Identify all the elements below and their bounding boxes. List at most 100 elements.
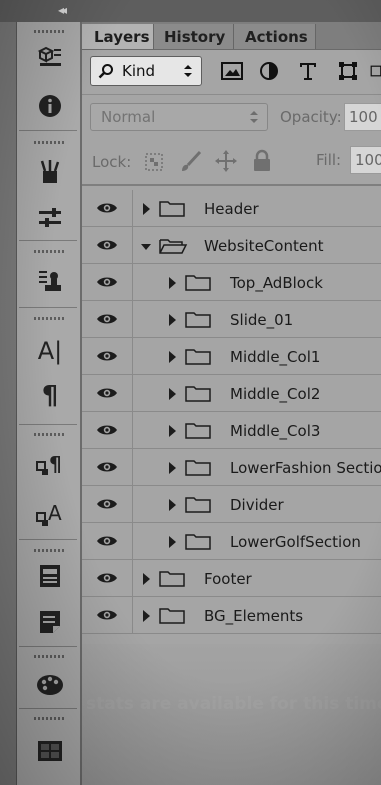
blend-mode-select[interactable]: Normal (90, 103, 268, 131)
grip-handle[interactable] (34, 141, 66, 144)
tab-history[interactable]: History (154, 24, 234, 49)
visibility-eye-icon[interactable] (82, 486, 133, 522)
layer-name[interactable]: Slide_01 (230, 311, 293, 329)
visibility-eye-icon[interactable] (82, 597, 133, 633)
paragraph-styles-icon[interactable]: ¶ (34, 447, 66, 479)
expand-triangle-closed-icon[interactable] (166, 497, 178, 516)
grip-handle[interactable] (34, 317, 66, 320)
collapse-panels-button[interactable]: ◂◂ (58, 3, 67, 17)
expand-triangle-closed-icon[interactable] (166, 534, 178, 553)
folder-icon (184, 422, 212, 444)
expand-triangle-closed-icon[interactable] (140, 608, 152, 627)
grip-handle[interactable] (34, 549, 66, 552)
layer-name[interactable]: Divider (230, 496, 284, 514)
layer-name[interactable]: Middle_Col1 (230, 348, 320, 366)
layer-row[interactable]: Header (82, 190, 381, 227)
notes-icon[interactable] (34, 560, 66, 592)
lock-transparent-pixels-icon[interactable] (145, 153, 163, 171)
tab-layers[interactable]: Layers (82, 24, 154, 49)
layer-row[interactable]: LowerGolfSection (82, 523, 381, 560)
layer-row[interactable]: LowerFashion Section (82, 449, 381, 486)
visibility-eye-icon[interactable] (82, 412, 133, 448)
paragraph-icon[interactable]: ¶ (34, 380, 66, 412)
visibility-eye-icon[interactable] (82, 523, 133, 559)
layer-name[interactable]: Middle_Col3 (230, 422, 320, 440)
svg-text:A: A (48, 501, 62, 525)
divider (19, 539, 77, 540)
layer-name[interactable]: Header (204, 200, 259, 218)
swatches-palette-icon[interactable] (34, 669, 66, 701)
blend-bar: Normal Opacity: 100 (82, 94, 381, 137)
adjustment-filter-icon[interactable] (257, 60, 281, 82)
expand-triangle-closed-icon[interactable] (166, 312, 178, 331)
expand-triangle-closed-icon[interactable] (140, 571, 152, 590)
layer-row[interactable]: WebsiteContent (82, 227, 381, 264)
tab-actions[interactable]: Actions (234, 24, 316, 49)
visibility-eye-icon[interactable] (82, 301, 133, 337)
clone-source-icon[interactable] (34, 265, 66, 297)
fill-label: Fill: (316, 151, 342, 169)
expand-triangle-closed-icon[interactable] (166, 460, 178, 479)
panel-tab-bar: Layers History Actions (82, 22, 381, 50)
visibility-eye-icon[interactable] (82, 190, 133, 226)
layer-name[interactable]: Top_AdBlock (230, 274, 323, 292)
smart-object-filter-icon[interactable] (370, 60, 381, 82)
visibility-eye-icon[interactable] (82, 375, 133, 411)
info-icon[interactable] (34, 90, 66, 122)
visibility-eye-icon[interactable] (82, 449, 133, 485)
visibility-eye-icon[interactable] (82, 338, 133, 374)
divider (19, 240, 77, 241)
layer-row[interactable]: Top_AdBlock (82, 264, 381, 301)
expand-triangle-closed-icon[interactable] (166, 386, 178, 405)
svg-text:¶: ¶ (49, 452, 62, 476)
grip-handle[interactable] (34, 433, 66, 436)
folder-icon (184, 496, 212, 518)
properties-icon[interactable] (34, 606, 66, 638)
navigator-grid-icon[interactable] (34, 735, 66, 767)
grip-handle[interactable] (34, 250, 66, 253)
image-filter-icon[interactable] (220, 60, 244, 82)
layer-row[interactable]: Middle_Col2 (82, 375, 381, 412)
opacity-field[interactable]: 100 (344, 103, 381, 131)
expand-triangle-closed-icon[interactable] (140, 201, 152, 220)
character-icon[interactable]: A| (34, 335, 66, 367)
layer-row[interactable]: Divider (82, 486, 381, 523)
fill-field[interactable]: 100 (350, 146, 381, 174)
layer-row[interactable]: Footer (82, 560, 381, 597)
grip-handle[interactable] (34, 30, 66, 33)
layer-name[interactable]: LowerGolfSection (230, 533, 361, 551)
filter-kind-select[interactable]: Kind (90, 56, 202, 86)
type-filter-icon[interactable] (296, 60, 320, 82)
shape-filter-icon[interactable] (336, 60, 360, 82)
search-icon (98, 64, 113, 79)
folder-icon (184, 311, 212, 333)
visibility-eye-icon[interactable] (82, 264, 133, 300)
layer-name[interactable]: WebsiteContent (204, 237, 323, 255)
character-styles-icon[interactable]: A (34, 498, 66, 530)
expand-triangle-open-icon[interactable] (140, 238, 152, 257)
layer-name[interactable]: LowerFashion Section (230, 459, 381, 477)
expand-triangle-closed-icon[interactable] (166, 349, 178, 368)
layer-name[interactable]: Middle_Col2 (230, 385, 320, 403)
grip-handle[interactable] (34, 717, 66, 720)
expand-triangle-closed-icon[interactable] (166, 275, 178, 294)
layer-row[interactable]: BG_Elements (82, 597, 381, 634)
lock-all-icon[interactable] (252, 149, 272, 173)
visibility-eye-icon[interactable] (82, 560, 133, 596)
layer-name[interactable]: Footer (204, 570, 252, 588)
expand-triangle-closed-icon[interactable] (166, 423, 178, 442)
lock-position-icon[interactable] (214, 149, 238, 173)
lock-image-pixels-icon[interactable] (179, 150, 203, 174)
layer-name[interactable]: BG_Elements (204, 607, 303, 625)
folder-icon (158, 200, 186, 222)
visibility-eye-icon[interactable] (82, 227, 133, 263)
folder-icon (184, 533, 212, 555)
3d-icon[interactable] (34, 40, 66, 72)
layer-row[interactable]: Middle_Col3 (82, 412, 381, 449)
grip-handle[interactable] (34, 655, 66, 658)
adjustment-sliders-icon[interactable] (34, 202, 66, 234)
layer-row[interactable]: Slide_01 (82, 301, 381, 338)
folder-icon (158, 570, 186, 592)
brush-presets-icon[interactable] (34, 155, 66, 187)
layer-row[interactable]: Middle_Col1 (82, 338, 381, 375)
